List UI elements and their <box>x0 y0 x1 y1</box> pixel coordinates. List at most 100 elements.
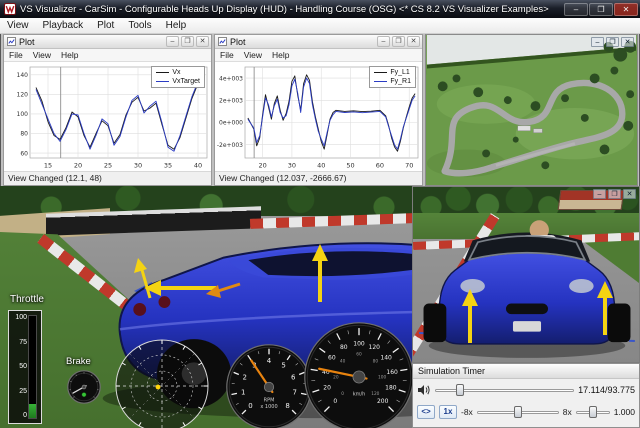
legend-swatch <box>156 72 169 73</box>
loop-button[interactable]: <> <box>417 405 435 419</box>
plot-title: Plot <box>230 37 246 47</box>
simulation-timer-title[interactable]: Simulation Timer <box>413 364 639 379</box>
rate-display: 1.000 <box>614 407 635 417</box>
close-button[interactable]: ✕ <box>623 189 636 199</box>
viewport-window-controls: – ❐ ✕ <box>593 189 636 199</box>
close-button[interactable]: ✕ <box>614 3 638 16</box>
svg-text:140: 140 <box>17 72 29 79</box>
overhead-camera-view[interactable]: – ❐ ✕ <box>425 34 638 186</box>
legend-entry: VxTarget <box>156 77 200 86</box>
plot-window-2: Plot – ❐ ✕ File View Help 203040506070-2… <box>214 34 423 186</box>
menu-plot[interactable]: Plot <box>90 18 121 33</box>
svg-text:40: 40 <box>317 162 325 170</box>
svg-text:100: 100 <box>378 375 386 381</box>
svg-text:4: 4 <box>267 357 272 365</box>
svg-text:30: 30 <box>288 162 296 170</box>
throttle-label: Throttle <box>10 294 44 305</box>
chase-camera-view[interactable]: – ❐ ✕ <box>412 186 640 363</box>
close-button[interactable]: ✕ <box>621 37 634 47</box>
svg-text:60: 60 <box>20 150 28 157</box>
svg-text:35: 35 <box>164 162 172 170</box>
maximize-button[interactable]: ❐ <box>589 3 613 16</box>
window-controls: – ❐ ✕ <box>564 3 638 16</box>
menu-view[interactable]: View <box>0 18 36 33</box>
svg-text:50: 50 <box>346 162 354 170</box>
svg-text:2e+003: 2e+003 <box>219 97 243 104</box>
legend-series-label: Fy_L1 <box>390 68 409 77</box>
rate-slider[interactable] <box>576 405 610 419</box>
menu-help[interactable]: Help <box>267 50 294 60</box>
menu-view[interactable]: View <box>28 50 56 60</box>
throttle-scale: 1007550250 <box>11 311 27 423</box>
menu-file[interactable]: File <box>4 50 28 60</box>
legend-series-label: VxTarget <box>172 77 200 86</box>
legend-swatch <box>374 81 387 82</box>
maximize-button[interactable]: ❐ <box>181 36 194 47</box>
svg-text:120: 120 <box>17 92 29 99</box>
close-button[interactable]: ✕ <box>407 36 420 47</box>
svg-text:100: 100 <box>17 111 29 118</box>
minimize-button[interactable]: – <box>564 3 588 16</box>
overhead-view-canvas <box>426 35 637 185</box>
time-display: 17.114/93.775 <box>578 385 635 395</box>
plot-icon <box>7 37 16 46</box>
svg-text:-2e+003: -2e+003 <box>217 142 243 149</box>
maximize-button[interactable]: ❐ <box>608 189 621 199</box>
chart-legend: Fy_L1Fy_R1 <box>369 66 416 88</box>
svg-text:20: 20 <box>258 162 266 170</box>
throttle-tick-label: 100 <box>15 314 27 321</box>
svg-text:200: 200 <box>377 398 389 405</box>
svg-text:60: 60 <box>328 354 336 361</box>
minimize-button[interactable]: – <box>593 189 606 199</box>
plot-icon <box>218 37 227 46</box>
minimize-button[interactable]: – <box>377 36 390 47</box>
svg-text:2: 2 <box>243 373 247 381</box>
svg-text:40: 40 <box>194 162 202 170</box>
svg-text:25: 25 <box>104 162 112 170</box>
svg-text:100: 100 <box>353 341 365 348</box>
throttle-gauge: 1007550250 <box>8 310 42 424</box>
svg-text:20: 20 <box>333 375 339 381</box>
chart-legend: VxVxTarget <box>151 66 205 88</box>
app-window: VS Visualizer - CarSim - Configurable He… <box>0 0 640 428</box>
speed-reset-button[interactable]: 1x <box>439 405 457 419</box>
plot-canvas[interactable]: 203040506070-2e+0030e+0002e+0034e+003 Fy… <box>215 62 422 171</box>
speed-min-label: -8x <box>461 407 473 417</box>
grass-wedge <box>569 237 639 283</box>
menu-playback[interactable]: Playback <box>36 18 91 33</box>
speed-slider-thumb[interactable] <box>514 406 522 418</box>
speed-slider[interactable] <box>477 405 559 419</box>
rate-slider-thumb[interactable] <box>589 406 597 418</box>
svg-text:8: 8 <box>285 402 289 410</box>
svg-text:4e+003: 4e+003 <box>219 75 243 82</box>
plot-title-bar[interactable]: Plot – ❐ ✕ <box>4 35 211 49</box>
menu-help[interactable]: Help <box>159 18 194 33</box>
plot-title-bar[interactable]: Plot – ❐ ✕ <box>215 35 422 49</box>
volume-icon[interactable] <box>417 384 431 396</box>
menu-view[interactable]: View <box>239 50 267 60</box>
title-bar[interactable]: VS Visualizer - CarSim - Configurable He… <box>0 0 640 18</box>
menu-tools[interactable]: Tools <box>121 18 158 33</box>
menu-file[interactable]: File <box>215 50 239 60</box>
svg-text:60: 60 <box>356 352 362 358</box>
svg-text:0: 0 <box>333 398 337 405</box>
time-slider-thumb[interactable] <box>456 384 464 396</box>
svg-text:7: 7 <box>292 389 296 397</box>
menu-bar: View Playback Plot Tools Help <box>0 18 640 34</box>
svg-text:x 1000: x 1000 <box>260 404 277 410</box>
svg-text:80: 80 <box>373 358 379 364</box>
menu-help[interactable]: Help <box>56 50 83 60</box>
maximize-button[interactable]: ❐ <box>392 36 405 47</box>
throttle-tick-label: 50 <box>19 363 27 370</box>
svg-text:120: 120 <box>369 344 381 351</box>
minimize-button[interactable]: – <box>591 37 604 47</box>
brake-gauge <box>67 370 101 404</box>
time-slider[interactable] <box>435 383 574 397</box>
minimize-button[interactable]: – <box>166 36 179 47</box>
plot-menu-bar: File View Help <box>215 49 422 62</box>
plot-canvas[interactable]: 1520253035406080100120140 VxVxTarget <box>4 62 211 171</box>
legend-series-label: Fy_R1 <box>390 77 411 86</box>
close-button[interactable]: ✕ <box>196 36 209 47</box>
svg-text:60: 60 <box>376 162 384 170</box>
maximize-button[interactable]: ❐ <box>606 37 619 47</box>
